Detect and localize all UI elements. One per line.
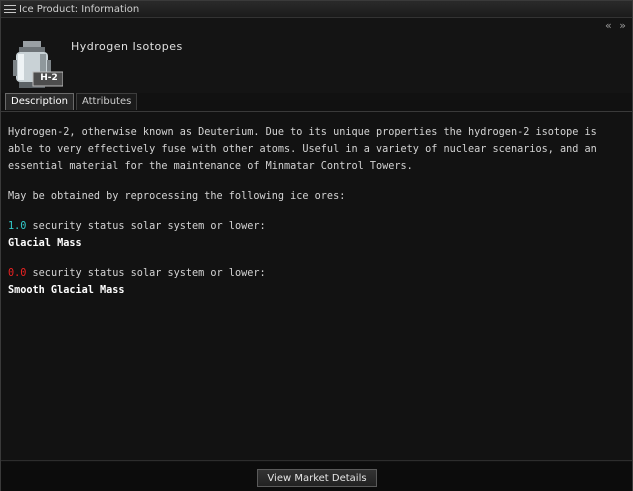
view-market-details-button[interactable]: View Market Details: [257, 469, 377, 487]
security-label: security status solar system or lower:: [26, 221, 266, 232]
obtain-text: May be obtained by reprocessing the foll…: [8, 191, 346, 202]
collapse-toggle[interactable]: « »: [605, 19, 628, 32]
info-window: Ice Product: Information H-2 Hydrogen Is…: [0, 0, 633, 491]
tab-attributes[interactable]: Attributes: [75, 93, 138, 110]
security-value: 1.0: [8, 221, 27, 232]
title-bar[interactable]: Ice Product: Information: [1, 1, 632, 18]
item-name: Hydrogen Isotopes: [71, 40, 183, 53]
description-text: Hydrogen-2, otherwise known as Deuterium…: [8, 127, 597, 172]
ore-name[interactable]: Smooth Glacial Mass: [8, 282, 626, 299]
window-title: Ice Product: Information: [19, 3, 140, 15]
ore-name[interactable]: Glacial Mass: [8, 235, 626, 252]
tab-bar: Description Attributes: [5, 93, 139, 110]
item-header: H-2 Hydrogen Isotopes: [1, 18, 632, 93]
tab-description[interactable]: Description: [5, 93, 74, 110]
ore-security-line: 0.0 security status solar system or lowe…: [8, 265, 626, 282]
security-label: security status solar system or lower:: [26, 268, 266, 279]
menu-icon[interactable]: [4, 3, 16, 15]
ore-security-line: 1.0 security status solar system or lowe…: [8, 218, 626, 235]
icon-label: H-2: [40, 73, 58, 83]
footer: View Market Details: [1, 462, 632, 491]
security-value: 0.0: [8, 268, 27, 279]
description-panel: Hydrogen-2, otherwise known as Deuterium…: [1, 111, 632, 461]
hydrogen-canister-icon[interactable]: H-2: [7, 38, 64, 94]
